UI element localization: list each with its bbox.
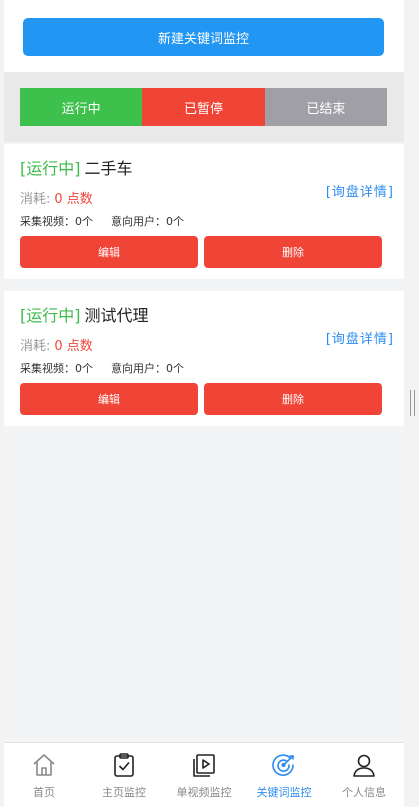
inquiry-detail-link[interactable]: [询盘详情] [326, 328, 394, 347]
cost-label: 消耗: [20, 339, 51, 354]
tab-paused[interactable]: 已暂停 [142, 88, 265, 126]
tab-homepage-monitor-label: 主页监控 [102, 786, 146, 799]
tab-keyword-monitor[interactable]: 关键词监控 [244, 743, 324, 807]
filter-tabs-area: 运行中 已暂停 已结束 [4, 72, 404, 142]
bottom-tab-bar: 首页 主页监控 单视频监控 关键词监控 个人信息 [4, 742, 404, 807]
resize-handle[interactable] [410, 390, 415, 416]
new-keyword-monitor-button[interactable]: 新建关键词监控 [23, 18, 384, 56]
edit-button[interactable]: 编辑 [20, 236, 198, 268]
cost-value: 0 点数 [54, 192, 93, 207]
target-icon [272, 754, 294, 776]
card-title: [运行中] 二手车 [20, 155, 133, 179]
status-badge: [运行中] [20, 306, 81, 325]
tab-running[interactable]: 运行中 [20, 88, 143, 126]
app-frame: 新建关键词监控 运行中 已暂停 已结束 [运行中] 二手车 消耗: 0 点数 [询盘… [4, 0, 404, 807]
intent-users: 意向用户：0个 [111, 362, 184, 375]
tab-ended[interactable]: 已结束 [264, 88, 387, 126]
tab-home-label: 首页 [33, 786, 55, 799]
intent-users: 意向用户：0个 [111, 215, 184, 228]
user-icon [353, 754, 375, 777]
tab-single-video-monitor[interactable]: 单视频监控 [164, 743, 244, 807]
home-icon [33, 754, 55, 776]
collected-videos: 采集视频：0个 [20, 362, 93, 375]
tab-home[interactable]: 首页 [4, 743, 84, 807]
collected-videos: 采集视频：0个 [20, 215, 93, 228]
tab-profile[interactable]: 个人信息 [324, 743, 404, 807]
stats-line: 采集视频：0个 意向用户：0个 [20, 213, 184, 229]
tab-profile-label: 个人信息 [342, 786, 386, 799]
edit-button[interactable]: 编辑 [20, 383, 198, 415]
cost-label: 消耗: [20, 192, 51, 207]
card-title: [运行中] 测试代理 [20, 302, 149, 326]
card-actions: 编辑 删除 [20, 383, 382, 415]
header-section: 新建关键词监控 [4, 0, 404, 72]
cost-line: 消耗: 0 点数 [20, 335, 93, 354]
tab-single-video-monitor-label: 单视频监控 [176, 786, 232, 799]
delete-button[interactable]: 删除 [204, 383, 382, 415]
clipboard-check-icon [114, 753, 134, 777]
cost-line: 消耗: 0 点数 [20, 188, 93, 207]
monitor-card: [运行中] 测试代理 消耗: 0 点数 [询盘详情] 采集视频：0个 意向用户：0个 … [4, 291, 404, 426]
monitor-card: [运行中] 二手车 消耗: 0 点数 [询盘详情] 采集视频：0个 意向用户：0个 编… [4, 144, 404, 279]
stats-line: 采集视频：0个 意向用户：0个 [20, 360, 184, 376]
status-badge: [运行中] [20, 159, 81, 178]
tab-homepage-monitor[interactable]: 主页监控 [84, 743, 164, 807]
cost-value: 0 点数 [54, 339, 93, 354]
keyword-name: 二手车 [84, 159, 133, 178]
filter-tabs: 运行中 已暂停 已结束 [20, 88, 387, 126]
keyword-name: 测试代理 [84, 306, 149, 325]
card-actions: 编辑 删除 [20, 236, 382, 268]
delete-button[interactable]: 删除 [204, 236, 382, 268]
tab-keyword-monitor-label: 关键词监控 [256, 786, 312, 799]
inquiry-detail-link[interactable]: [询盘详情] [326, 181, 394, 200]
video-play-icon [193, 754, 215, 777]
